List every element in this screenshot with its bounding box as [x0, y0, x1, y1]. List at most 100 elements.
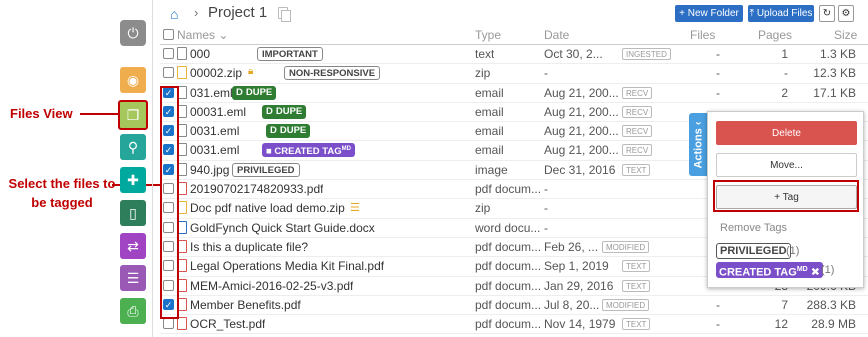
column-names[interactable]: Names ⌄ — [177, 28, 228, 42]
file-name[interactable]: 00031.eml — [190, 105, 246, 119]
file-date: Oct 30, 2... — [544, 47, 603, 61]
file-pages: 1 — [781, 47, 788, 61]
tag-badge: NON-RESPONSIVE — [284, 66, 381, 81]
file-name[interactable]: Doc pdf native load demo.zip — [190, 201, 345, 215]
table-row[interactable]: ✓ 031.eml D DUPE email Aug 21, 200... RECV -2 17… — [160, 84, 868, 103]
file-date: - — [544, 220, 548, 235]
close-icon[interactable]: ✖ — [811, 267, 820, 279]
file-type: email — [475, 143, 504, 158]
gear-icon[interactable]: ⚙ — [838, 5, 854, 22]
file-date: Jan 29, 2016 — [544, 278, 614, 293]
row-checkbox[interactable] — [163, 318, 174, 330]
file-date: Aug 21, 200... — [544, 143, 619, 158]
file-date: - — [544, 182, 548, 197]
files-icon[interactable]: ❐ — [118, 100, 148, 130]
file-name[interactable]: 940.jpg — [190, 163, 229, 177]
file-type: email — [475, 104, 504, 119]
table-row[interactable]: 000 IMPORTANT text Oct 30, 2... INGESTED - 1 1.… — [160, 45, 868, 65]
file-pages: 12 — [774, 317, 788, 332]
file-type: zip — [475, 201, 491, 216]
puzzle-icon[interactable]: ✚ — [120, 167, 146, 193]
status-badge: MODIFIED — [602, 240, 650, 253]
column-pages[interactable]: Pages — [758, 28, 792, 42]
header: ⌂ › Project 1 + New Folder ⤒ Upload File… — [160, 0, 868, 26]
status-badge: RECV — [622, 144, 653, 157]
file-name[interactable]: 031.eml — [190, 86, 233, 100]
eye-icon[interactable]: ◉ — [120, 67, 146, 93]
tag-label: DUPE — [279, 125, 307, 137]
move-button[interactable]: Move... — [716, 153, 857, 177]
row-checkbox[interactable] — [163, 67, 174, 79]
delete-button[interactable]: Delete — [716, 121, 857, 145]
new-folder-button[interactable]: + New Folder — [675, 5, 743, 22]
file-date: - — [544, 201, 548, 216]
file-name[interactable]: MEM-Amici-2016-02-25-v3.pdf — [190, 279, 353, 293]
file-name[interactable]: 20190702174820933.pdf — [190, 182, 323, 196]
refresh-icon[interactable]: ↻ — [819, 5, 835, 22]
dupe-letter: D — [236, 86, 243, 98]
file-size: 1.3 KB — [819, 47, 856, 61]
actions-panel: Delete Move... + Tag Remove Tags PRIVILE… — [707, 111, 864, 288]
file-pages: 2 — [781, 85, 788, 100]
file-name[interactable]: Legal Operations Media Kit Final.pdf — [190, 259, 384, 273]
select-all-checkbox[interactable] — [163, 29, 174, 40]
column-files[interactable]: Files — [690, 28, 715, 42]
column-type[interactable]: Type — [475, 28, 501, 42]
tag-label: NON-RESPONSIVE — [289, 68, 376, 80]
search-icon[interactable]: ⚲ — [120, 134, 146, 160]
upload-files-button[interactable]: ⤒ Upload Files — [748, 5, 814, 22]
list-icon[interactable]: ☰ — [120, 265, 146, 291]
upload-files-label: Upload Files — [756, 8, 813, 19]
actions-tab[interactable]: Actions ‹ — [689, 113, 708, 176]
tag-label: DUPE — [275, 105, 303, 117]
file-name[interactable]: 00002.zip — [190, 66, 242, 80]
file-type: pdf docum... — [475, 278, 542, 293]
file-type: word docu... — [475, 220, 541, 235]
status-badge: TEXT — [622, 260, 651, 273]
page-title: Project 1 — [208, 4, 268, 21]
file-type: email — [475, 85, 504, 100]
copy-icon[interactable] — [278, 7, 291, 22]
column-size[interactable]: Size — [834, 28, 857, 42]
transfer-icon[interactable]: ⇄ — [120, 233, 146, 259]
tag-label: IMPORTANT — [262, 49, 318, 60]
bookmark-icon[interactable]: ▯ — [120, 200, 146, 226]
file-type: email — [475, 124, 504, 139]
file-type: pdf docum... — [475, 182, 542, 197]
file-date: Aug 21, 200... — [544, 104, 619, 119]
remove-tag-created[interactable]: CREATED TAGMD ✖ — [716, 262, 823, 279]
power-icon[interactable]: ⏻ — [120, 20, 146, 46]
file-name[interactable]: 0031.eml — [190, 124, 239, 138]
file-type: pdf docum... — [475, 259, 542, 274]
file-type: pdf docum... — [475, 239, 542, 254]
status-badge: TEXT — [622, 318, 651, 331]
file-type: pdf docum... — [475, 317, 542, 332]
home-icon[interactable]: ⌂ — [170, 6, 178, 22]
file-name[interactable]: OCR_Test.pdf — [190, 317, 265, 331]
file-name[interactable]: GoldFynch Quick Start Guide.docx — [190, 221, 375, 235]
status-badge: MODIFIED — [602, 298, 650, 311]
column-date[interactable]: Date — [544, 28, 569, 42]
file-date: Nov 14, 1979 — [544, 317, 616, 332]
file-name[interactable]: 000 — [190, 47, 210, 61]
file-type: pdf docum... — [475, 297, 542, 312]
tag-suffix: MD — [341, 146, 351, 153]
pdf-file-icon — [177, 317, 187, 331]
remove-tag-privileged[interactable]: PRIVILEGED — [716, 243, 791, 259]
table-row[interactable]: OCR_Test.pdf pdf docum... Nov 14, 1979 TEXT… — [160, 315, 868, 335]
file-name[interactable]: 0031.eml — [190, 143, 239, 157]
add-tag-button[interactable]: + Tag — [716, 185, 857, 209]
file-type: zip — [475, 66, 491, 81]
table-row[interactable]: 00002.zip 🔒︎ NON-RESPONSIVE zip - - - 12.3 KB — [160, 64, 868, 84]
upload-icon: ⤒ — [749, 8, 757, 19]
file-name[interactable]: Member Benefits.pdf — [190, 298, 301, 312]
print-icon[interactable]: ⎙ — [120, 298, 146, 324]
database-icon: ☰ — [350, 202, 360, 215]
table-row[interactable]: ✓ Member Benefits.pdf pdf docum... Jul 8, 2… — [160, 296, 868, 316]
tag-badge: ■ CREATED TAGMD — [262, 143, 355, 158]
file-name[interactable]: Is this a duplicate file? — [190, 240, 308, 254]
status-badge: RECV — [622, 86, 653, 99]
file-type: text — [475, 47, 495, 61]
lock-icon: 🔒︎ — [248, 66, 254, 78]
row-checkbox[interactable] — [163, 48, 174, 59]
